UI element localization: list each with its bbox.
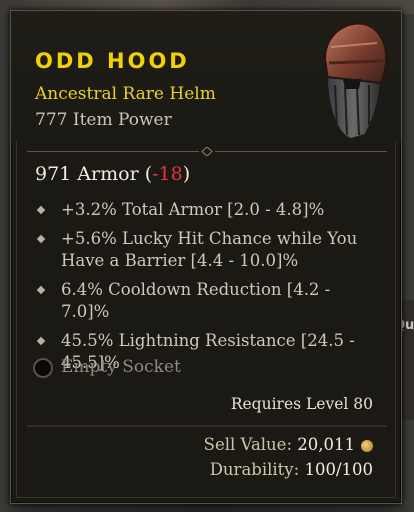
diamond-bullet-icon: [36, 336, 46, 346]
affix-list: +3.2% Total Armor [2.0 - 4.8]% +5.6% Luc…: [35, 199, 375, 381]
footer-divider: [27, 425, 387, 427]
item-power: 777 Item Power: [35, 110, 172, 130]
diamond-bullet-icon: [36, 234, 46, 244]
sell-label: Sell Value:: [203, 435, 293, 454]
section-divider: [27, 147, 387, 156]
armor-close-paren: ): [182, 163, 191, 185]
affix-item: 6.4% Cooldown Reduction [4.2 - 7.0]%: [35, 279, 375, 323]
affix-item: +5.6% Lucky Hit Chance while You Have a …: [35, 228, 375, 272]
socket-label: Empty Socket: [61, 357, 181, 377]
gold-coin-icon: [361, 439, 373, 452]
socket-icon: [33, 358, 53, 378]
empty-socket: Empty Socket: [33, 357, 233, 383]
item-tooltip: ODD HOOD Ancestral Rare Helm 777 Item Po…: [10, 10, 402, 504]
item-type-line: Ancestral Rare Helm: [35, 84, 216, 104]
durability-label: Durability:: [209, 460, 300, 479]
armor-value: 971 Armor: [35, 163, 139, 185]
tooltip-header: ODD HOOD Ancestral Rare Helm 777 Item Po…: [11, 11, 401, 141]
durability: Durability: 100/100: [210, 460, 373, 479]
item-name: ODD HOOD: [35, 49, 190, 73]
affix-text: +5.6% Lucky Hit Chance while You Have a …: [61, 229, 358, 270]
level-requirement: Requires Level 80: [230, 395, 373, 413]
affix-text: 6.4% Cooldown Reduction [4.2 - 7.0]%: [61, 280, 331, 321]
affix-text: +3.2% Total Armor [2.0 - 4.8]%: [61, 200, 325, 219]
armor-line: 971 Armor (-18): [35, 163, 190, 185]
armor-open-paren: (: [144, 163, 153, 185]
diamond-bullet-icon: [36, 205, 46, 215]
sell-value: Sell Value: 20,011: [204, 435, 373, 454]
durability-value: 100/100: [304, 460, 373, 479]
sell-amount: 20,011: [297, 435, 355, 454]
diamond-bullet-icon: [36, 285, 46, 295]
affix-item: +3.2% Total Armor [2.0 - 4.8]%: [35, 199, 375, 221]
armor-delta: -18: [152, 163, 183, 185]
helm-icon: [323, 22, 388, 141]
